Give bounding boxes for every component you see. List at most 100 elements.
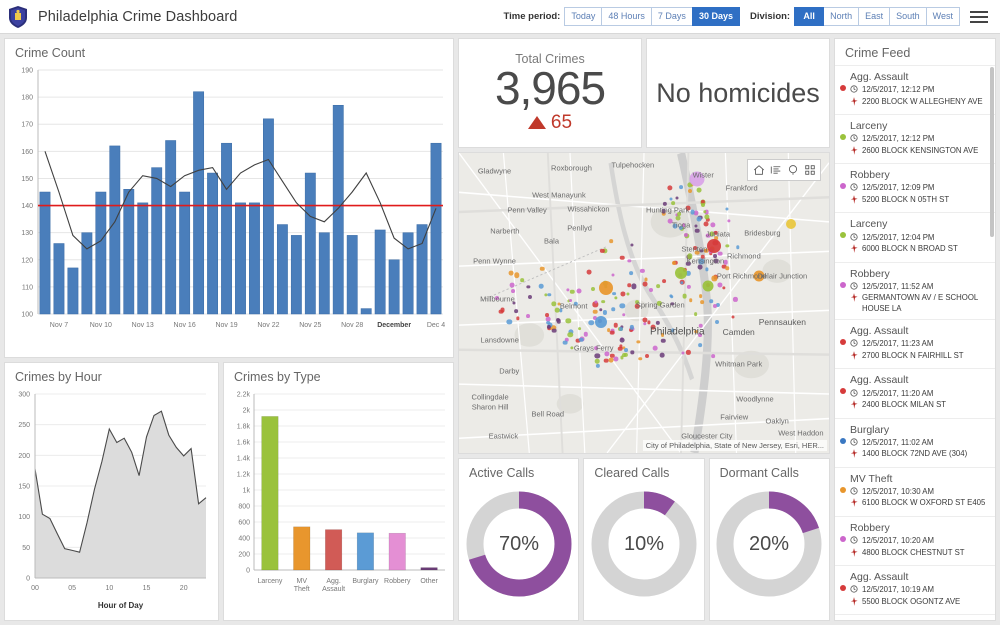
map-crime-point[interactable]	[714, 258, 719, 263]
map-crime-point[interactable]	[676, 196, 679, 199]
map-crime-point[interactable]	[690, 209, 695, 214]
map-crime-point[interactable]	[696, 188, 701, 193]
map-crime-point[interactable]	[698, 333, 702, 337]
grid-layers-icon[interactable]	[801, 162, 818, 178]
map-crime-point[interactable]	[569, 299, 573, 303]
map-crime-point[interactable]	[546, 321, 550, 325]
map-crime-point[interactable]	[578, 327, 582, 331]
map-crime-point[interactable]	[545, 313, 549, 317]
map-crime-point[interactable]	[698, 265, 703, 270]
map-crime-point[interactable]	[700, 300, 704, 304]
map-crime-point[interactable]	[495, 296, 499, 300]
map-crime-point[interactable]	[610, 330, 615, 335]
map-crime-point[interactable]	[591, 287, 595, 291]
map-crime-point[interactable]	[715, 320, 719, 324]
map-crime-point[interactable]	[635, 304, 640, 309]
map-crime-point[interactable]	[713, 254, 717, 258]
map-crime-point[interactable]	[679, 185, 683, 189]
map-crime-point[interactable]	[521, 278, 525, 282]
map-crime-point[interactable]	[653, 346, 658, 351]
map-crime-point[interactable]	[613, 323, 618, 328]
map-crime-point[interactable]	[612, 273, 615, 276]
map-crime-point[interactable]	[703, 222, 708, 227]
time-period-30-days[interactable]: 30 Days	[692, 7, 740, 26]
crime-feed-item[interactable]: Robbery12/5/2017, 10:20 AM4800 BLOCK CHE…	[835, 516, 995, 565]
map-crime-point[interactable]	[695, 228, 700, 233]
crime-feed-item[interactable]: Larceny12/5/2017, 10:14 AM1000 BLOCK N D…	[835, 614, 995, 620]
crime-feed-item[interactable]: Robbery12/5/2017, 12:09 PM5200 BLOCK N 0…	[835, 163, 995, 212]
map-crime-point[interactable]	[594, 347, 598, 351]
map-crime-point[interactable]	[649, 288, 653, 292]
map-crime-point[interactable]	[660, 353, 665, 358]
map-crime-point[interactable]	[612, 308, 616, 312]
map-crime-point-large[interactable]	[690, 171, 705, 186]
time-period-7-days[interactable]: 7 Days	[651, 7, 693, 26]
map-crime-point[interactable]	[629, 271, 633, 275]
map-crime-point-large[interactable]	[703, 280, 714, 291]
map-crime-point[interactable]	[673, 223, 678, 228]
crime-feed-item[interactable]: Larceny12/5/2017, 12:12 PM2600 BLOCK KEN…	[835, 114, 995, 163]
map-crime-point[interactable]	[689, 298, 693, 302]
map-crime-point[interactable]	[555, 308, 560, 313]
division-all[interactable]: All	[794, 7, 824, 26]
map-crime-point[interactable]	[711, 354, 715, 358]
map-crime-point[interactable]	[607, 329, 611, 333]
map-crime-point[interactable]	[558, 303, 561, 306]
map-crime-point[interactable]	[556, 318, 560, 322]
crime-feed-item[interactable]: Agg. Assault12/5/2017, 11:20 AM2400 BLOC…	[835, 368, 995, 417]
map-crime-point[interactable]	[688, 189, 692, 193]
map-crime-point[interactable]	[698, 343, 702, 347]
crime-feed-item[interactable]: Burglary12/5/2017, 11:02 AM1400 BLOCK 72…	[835, 418, 995, 467]
map-crime-point-large[interactable]	[599, 281, 613, 295]
map-crime-point[interactable]	[701, 203, 705, 207]
map-crime-point[interactable]	[694, 330, 698, 334]
hamburger-menu-icon[interactable]	[970, 11, 988, 23]
map-crime-point[interactable]	[661, 209, 666, 214]
map-crime-point-large[interactable]	[707, 239, 721, 253]
map-crime-point[interactable]	[511, 289, 515, 293]
crime-feed-item[interactable]: Robbery12/5/2017, 11:52 AMGERMANTOWN AV …	[835, 262, 995, 320]
crime-feed-item[interactable]: Larceny12/5/2017, 12:04 PM6000 BLOCK N B…	[835, 212, 995, 261]
map-crime-point[interactable]	[668, 219, 673, 224]
map-crime-point-large[interactable]	[595, 316, 607, 328]
map-crime-point[interactable]	[500, 307, 505, 312]
crime-feed-item[interactable]: Agg. Assault12/5/2017, 12:12 PM2200 BLOC…	[835, 65, 995, 114]
map-crime-point[interactable]	[651, 325, 656, 330]
map-crime-point[interactable]	[618, 347, 623, 352]
map-crime-point[interactable]	[539, 284, 544, 289]
map-crime-point[interactable]	[563, 340, 568, 345]
map-crime-point[interactable]	[661, 333, 665, 337]
map-crime-point[interactable]	[723, 260, 728, 265]
crime-feed-item[interactable]: Agg. Assault12/5/2017, 11:23 AM2700 BLOC…	[835, 319, 995, 368]
map-crime-point[interactable]	[595, 301, 598, 304]
map-crime-point[interactable]	[514, 309, 518, 313]
crime-feed-item[interactable]: Agg. Assault12/5/2017, 10:19 AM5500 BLOC…	[835, 565, 995, 614]
time-period-48-hours[interactable]: 48 Hours	[601, 7, 652, 26]
map-crime-point[interactable]	[620, 338, 625, 343]
map-crime-point[interactable]	[508, 271, 513, 276]
division-north[interactable]: North	[823, 7, 859, 26]
map-crime-point[interactable]	[699, 323, 704, 328]
map-crime-point[interactable]	[620, 255, 625, 260]
map-crime-point[interactable]	[662, 279, 666, 283]
map-crime-point[interactable]	[601, 300, 605, 304]
map-crime-point[interactable]	[697, 216, 702, 221]
home-icon[interactable]	[750, 162, 767, 178]
map-crime-point[interactable]	[671, 201, 675, 205]
map-crime-point-large[interactable]	[753, 270, 764, 281]
map-crime-point[interactable]	[610, 240, 614, 244]
map-canvas[interactable]: GladwyneRoxboroughTulpehockenWisterFrank…	[459, 153, 829, 453]
map-crime-point[interactable]	[595, 359, 600, 364]
map-crime-point[interactable]	[644, 278, 647, 281]
map-crime-point[interactable]	[645, 354, 649, 358]
map-crime-point[interactable]	[694, 312, 698, 316]
map-crime-point[interactable]	[677, 212, 681, 216]
basemap-icon[interactable]	[784, 162, 801, 178]
map-crime-point[interactable]	[670, 197, 673, 200]
map-crime-point[interactable]	[551, 328, 556, 333]
map-crime-point[interactable]	[622, 353, 626, 357]
map-crime-point[interactable]	[670, 295, 674, 299]
map-crime-point[interactable]	[579, 338, 584, 343]
time-period-today[interactable]: Today	[564, 7, 602, 26]
map-crime-point[interactable]	[593, 309, 598, 314]
